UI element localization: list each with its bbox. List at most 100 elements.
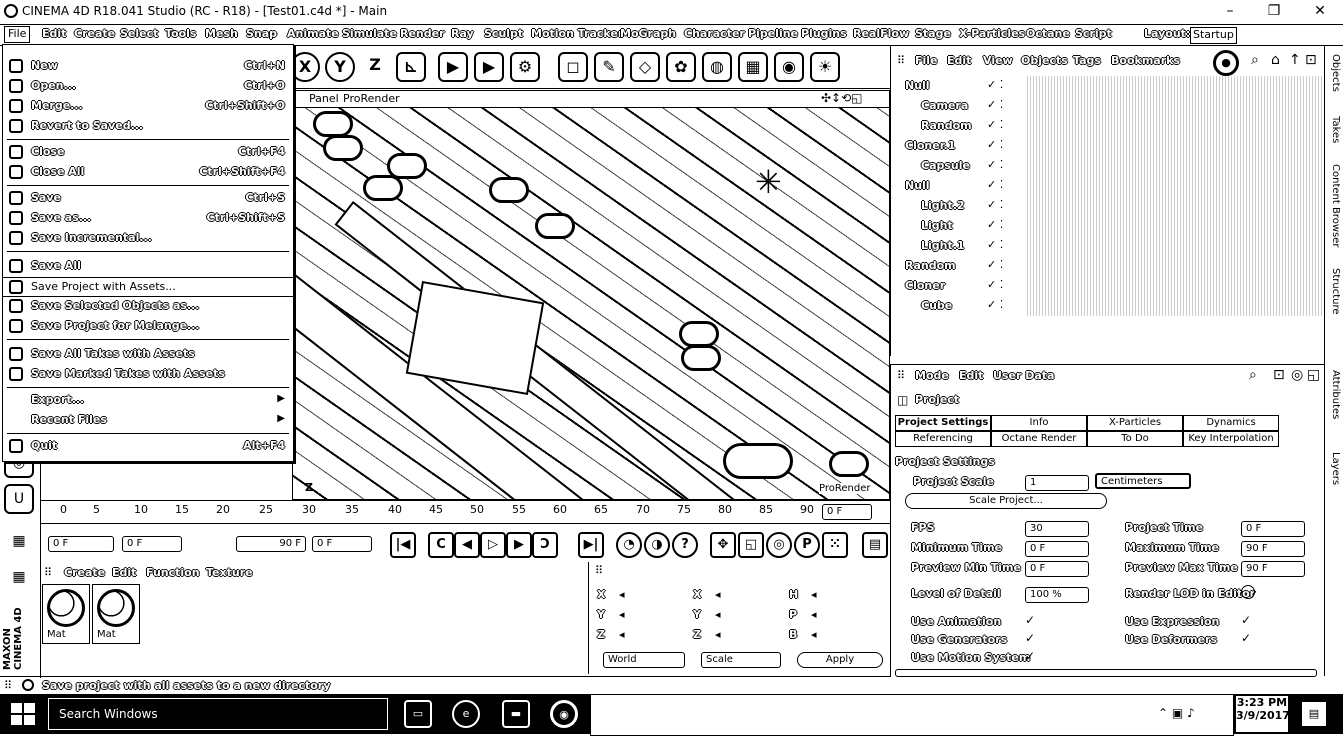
cube-icon[interactable]: ◻ — [558, 52, 588, 82]
menu-item-merge[interactable]: Merge... Ctrl+Shift+O — [3, 97, 293, 115]
param-field[interactable]: 90 F — [1241, 541, 1305, 557]
render-lod-checkbox[interactable] — [1241, 585, 1255, 599]
coordinate-scale-select[interactable]: Scale — [701, 652, 781, 668]
target-icon[interactable]: ● — [1213, 50, 1239, 76]
close-button[interactable]: ✕ — [1308, 2, 1332, 20]
viewport-menu-panel[interactable]: Panel — [309, 92, 339, 105]
render-picture-viewer-icon[interactable]: ▶ — [474, 52, 504, 82]
object-menu-edit[interactable]: Edit — [947, 54, 971, 67]
menu-sculpt[interactable]: Sculpt — [482, 27, 525, 42]
param-field[interactable]: 90 F — [1241, 561, 1305, 577]
menu-item-new[interactable]: New Ctrl+N — [3, 57, 293, 75]
tab-objects-vertical[interactable]: Objects — [1327, 54, 1341, 92]
autokey-icon[interactable]: ◑ — [644, 532, 670, 558]
object-row[interactable]: Random ✓ ⁚ — [891, 116, 1325, 136]
menu-snap[interactable]: Snap — [244, 27, 279, 42]
menu-animate[interactable]: Animate — [285, 27, 341, 42]
lod-field[interactable]: 100 % — [1025, 587, 1089, 603]
material-swatch[interactable]: Mat — [42, 584, 90, 644]
rotation-key-icon[interactable]: ◎ — [766, 532, 792, 558]
next-frame-icon[interactable]: ▶ — [506, 532, 532, 558]
menu-pipeline[interactable]: Pipeline — [746, 27, 800, 42]
record-icon[interactable]: ◔ — [616, 532, 642, 558]
position-key-icon[interactable]: ✥ — [710, 532, 736, 558]
tab-project-settings[interactable]: Project Settings — [895, 415, 991, 431]
tray-icons[interactable]: ⌃ ▣ ♪ — [1158, 706, 1195, 720]
project-scale-field[interactable]: 1 — [1025, 475, 1089, 491]
tab-attributes-vertical[interactable]: Attributes — [1327, 370, 1341, 419]
menu-create[interactable]: Create — [72, 27, 117, 42]
viewport-nav-icons[interactable]: ✣↕⟲◱ — [821, 91, 863, 105]
param-field[interactable]: 0 F — [1025, 541, 1089, 557]
scale-project-button[interactable]: Scale Project... — [905, 493, 1107, 509]
param-field[interactable]: 0 F — [1025, 561, 1089, 577]
object-row[interactable]: Random ✓ ⁚ — [891, 256, 1325, 276]
timeline-window-icon[interactable]: ▤ — [862, 532, 888, 558]
menu-item-save-incremental[interactable]: Save Incremental... — [3, 229, 293, 247]
menu-realflow[interactable]: RealFlow — [851, 27, 911, 42]
timeline-ruler[interactable]: 0 5 10 15 20 25 30 35 40 45 50 55 60 65 … — [40, 500, 890, 524]
menu-item-save-selected-objects[interactable]: Save Selected Objects as... — [3, 297, 293, 315]
object-row[interactable]: Light.2 ✓ ⁚ — [891, 196, 1325, 216]
cinema4d-taskbar-icon[interactable]: ◉ — [550, 700, 578, 728]
object-row[interactable]: Light ✓ ⁚ — [891, 216, 1325, 236]
object-menu-file[interactable]: File — [915, 54, 938, 67]
menu-item-save[interactable]: Save Ctrl+S — [3, 189, 293, 207]
tab-key-interpolation[interactable]: Key Interpolation — [1183, 431, 1279, 447]
menu-item-save-marked-takes[interactable]: Save Marked Takes with Assets — [3, 365, 293, 383]
go-to-end-icon[interactable]: ▶| — [578, 532, 604, 558]
search-icon[interactable]: ⌕ — [1249, 367, 1257, 383]
task-view-icon[interactable]: ▭ — [404, 700, 432, 728]
coord-arrow-icon[interactable]: ◂ — [619, 608, 625, 621]
param-field[interactable]: 30 — [1025, 521, 1089, 537]
object-row[interactable]: Capsule ✓ ⁚ — [891, 156, 1325, 176]
deformer-icon[interactable]: ◍ — [702, 52, 732, 82]
tab-info[interactable]: Info — [991, 415, 1087, 431]
range-start-field[interactable]: 0 F — [122, 536, 182, 552]
visibility-dots-icon[interactable]: ✓ ⁚ — [987, 278, 1019, 294]
previous-key-icon[interactable]: C — [428, 532, 454, 558]
object-row[interactable]: Null ✓ ⁚ — [891, 76, 1325, 96]
menu-item-save-as[interactable]: Save as... Ctrl+Shift+S — [3, 209, 293, 227]
menu-item-save-all-takes[interactable]: Save All Takes with Assets — [3, 345, 293, 363]
taskbar-search-box[interactable]: Search Windows — [48, 698, 388, 730]
menu-item-close-all[interactable]: Close All Ctrl+Shift+F4 — [3, 163, 293, 181]
menu-select[interactable]: Select — [118, 27, 160, 42]
attribute-menu-edit[interactable]: Edit — [959, 369, 983, 382]
previous-frame-icon[interactable]: ◀ — [454, 532, 480, 558]
menu-ray[interactable]: Ray — [449, 27, 476, 42]
checkbox-checked-icon[interactable]: ✓ — [1025, 631, 1035, 645]
visibility-dots-icon[interactable]: ✓ ⁚ — [987, 138, 1019, 154]
home-icon[interactable]: ⌂ — [1271, 52, 1280, 68]
tab-dynamics[interactable]: Dynamics — [1183, 415, 1279, 431]
keyframe-selection-icon[interactable]: ? — [672, 532, 698, 558]
menu-plugins[interactable]: Plugins — [799, 27, 849, 42]
tab-octane-render[interactable]: Octane Render — [991, 431, 1087, 447]
y-axis-lock-button[interactable]: Y — [325, 52, 355, 82]
menu-item-export[interactable]: Export... ▶ — [3, 391, 293, 409]
menu-item-close[interactable]: Close Ctrl+F4 — [3, 143, 293, 161]
subdivision-icon[interactable]: ◇ — [630, 52, 660, 82]
world-coordinates-icon[interactable]: ⊾ — [396, 52, 426, 82]
point-level-icon[interactable]: ⁙ — [822, 532, 848, 558]
file-explorer-icon[interactable]: ▬ — [502, 700, 530, 728]
visibility-dots-icon[interactable]: ✓ ⁚ — [987, 98, 1019, 114]
menu-mesh[interactable]: Mesh — [203, 27, 240, 42]
pen-icon[interactable]: ✎ — [594, 52, 624, 82]
visibility-dots-icon[interactable]: ✓ ⁚ — [987, 158, 1019, 174]
tab-takes-vertical[interactable]: Takes — [1327, 116, 1341, 143]
object-row[interactable]: Camera ✓ ⁚ — [891, 96, 1325, 116]
next-key-icon[interactable]: Ↄ — [532, 532, 558, 558]
viewport-menu-prorender[interactable]: ProRender — [343, 92, 400, 105]
checkbox-checked-icon[interactable]: ✓ — [1025, 649, 1035, 663]
tab-content-browser-vertical[interactable]: Content Browser — [1327, 164, 1341, 247]
coord-arrow-icon[interactable]: ◂ — [811, 628, 817, 641]
z-axis-lock-button[interactable]: Z — [360, 52, 390, 82]
menu-script[interactable]: Script — [1073, 27, 1114, 42]
visibility-dots-icon[interactable]: ✓ ⁚ — [987, 78, 1019, 94]
menu-stage[interactable]: Stage — [913, 27, 953, 42]
coord-arrow-icon[interactable]: ◂ — [619, 628, 625, 641]
edit-render-settings-icon[interactable]: ⚙ — [510, 52, 540, 82]
lock-icon[interactable]: ⊡ — [1305, 52, 1317, 68]
object-row[interactable]: Light.1 ✓ ⁚ — [891, 236, 1325, 256]
